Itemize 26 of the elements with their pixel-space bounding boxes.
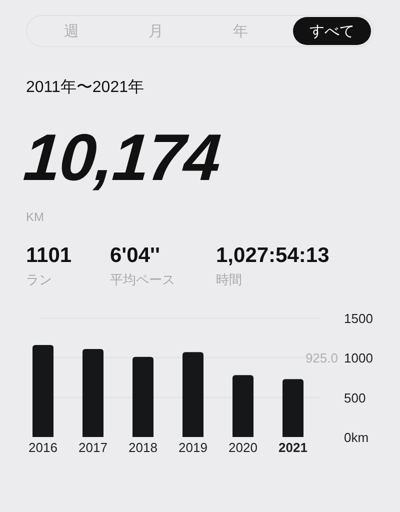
stat-label: ラン [26, 271, 53, 289]
period-tab[interactable]: 年 [198, 17, 284, 45]
axis-label: 0km [344, 430, 369, 445]
distance-unit: KM [26, 210, 45, 224]
axis-label: 2020 [228, 440, 258, 455]
period-tab[interactable]: すべて [293, 17, 372, 45]
stat-label: 平均ペース [110, 271, 176, 289]
period-tab[interactable]: 週 [29, 17, 114, 45]
axis-label: 2021 [278, 440, 308, 455]
stat-value: 1,027:54:13 [216, 244, 330, 268]
axis-label: 1000 [344, 350, 373, 366]
axis-label: 2017 [78, 440, 108, 455]
stat-value: 1101 [26, 244, 73, 268]
stat-value: 6'04'' [110, 244, 162, 268]
bar [232, 375, 254, 437]
date-range: 2011年〜2021年 [26, 78, 145, 98]
axis-label: 2016 [28, 440, 58, 455]
axis-label: 1500 [344, 311, 373, 326]
bar [282, 379, 304, 437]
axis-label: 2018 [128, 440, 158, 455]
average-value: 925.0 [305, 350, 338, 366]
axis-label: 2019 [178, 440, 208, 455]
stat-label: 時間 [216, 271, 243, 289]
axis-label: 500 [344, 390, 366, 406]
period-tab[interactable]: 月 [114, 17, 198, 45]
total-distance: 10,174 [21, 119, 224, 196]
